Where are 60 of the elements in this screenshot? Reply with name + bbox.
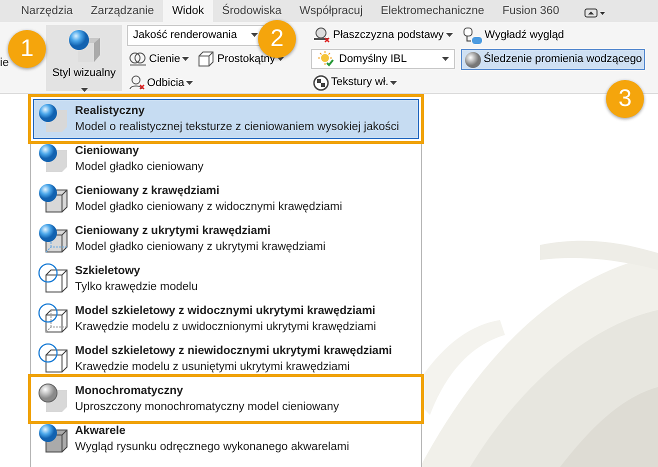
menu-item[interactable]: Model szkieletowy z widocznymi ukrytymi krawędziami Krawędzie modelu z uwidocznionymi ukrytymi krawędziami xyxy=(33,299,419,339)
menu-item[interactable]: Cieniowany z ukrytymi krawędziami Model gładko cieniowany z ukrytymi krawędziami xyxy=(33,219,419,259)
checker-sphere-icon xyxy=(313,74,329,91)
split-button[interactable]: Płaszczyzna podstawy xyxy=(311,25,455,46)
item-title: Cieniowany z ukrytymi krawędziami xyxy=(75,224,272,239)
item-title: Realistyczny xyxy=(75,104,146,119)
item-title: Model szkieletowy z widocznymi ukrytymi krawędziami xyxy=(75,304,376,319)
menu-item[interactable]: Monochromatyczny Uproszczony monochromatyczny model cieniowany xyxy=(33,379,419,419)
item-title: Cieniowany xyxy=(75,144,140,159)
reflection-icon xyxy=(129,75,145,90)
item-title: Model szkieletowy z niewidocznymi ukrytymi krawędziami xyxy=(75,344,392,359)
ribbon-label: ie xyxy=(0,56,10,71)
ground-plane-icon xyxy=(313,27,331,44)
item-description: Tylko krawędzie modelu xyxy=(75,280,198,295)
split-button[interactable]: Tekstury wł. xyxy=(311,72,455,93)
ribbon-button[interactable]: Wygładź wygląd xyxy=(460,25,646,46)
box-icon xyxy=(197,51,216,68)
caret-icon xyxy=(442,57,449,61)
sun-icon xyxy=(317,51,335,67)
menu-item[interactable]: Szkieletowy Tylko krawędzie modelu xyxy=(33,259,419,299)
ribbon-tab[interactable]: Środowiska xyxy=(213,0,290,22)
item-title: Cieniowany z krawędziami xyxy=(75,184,220,199)
caret-icon xyxy=(80,88,88,92)
ribbon-tab[interactable]: Zarządzanie xyxy=(82,0,164,22)
ribbon-tab[interactable]: Współpracuj xyxy=(290,0,372,22)
item-description: Model gładko cieniowany z widocznymi krawędziami xyxy=(75,200,342,215)
ribbon-tab[interactable]: Elektromechaniczne xyxy=(372,0,494,22)
split-button[interactable]: Cienie xyxy=(127,48,192,70)
item-title: Szkieletowy xyxy=(75,264,142,279)
dropdown-field[interactable]: Jakość renderowania xyxy=(127,25,264,46)
caret-icon xyxy=(186,80,194,85)
item-title: Monochromatyczny xyxy=(75,384,184,399)
item-description: Model gładko cieniowany xyxy=(75,160,204,175)
sphere-icon xyxy=(464,50,482,68)
split-button[interactable]: Odbicia xyxy=(127,72,264,93)
ribbon-tab[interactable]: Widok xyxy=(163,0,214,22)
shadows-icon xyxy=(129,52,147,66)
menu-item[interactable]: Cieniowany Model gładko cieniowany xyxy=(33,139,419,179)
panel-toggle-icon[interactable] xyxy=(584,8,606,18)
caret-icon xyxy=(446,33,453,38)
toggle-button[interactable]: Śledzenie promienia wodzącego xyxy=(460,49,646,70)
item-title: Akwarele xyxy=(75,424,127,439)
item-description: Wygląd rysunku odręcznego wykonanego akwarelami xyxy=(75,440,350,455)
caret-icon xyxy=(182,57,190,62)
item-description: Model gładko cieniowany z ukrytymi krawędziami xyxy=(75,240,326,255)
smooth-shape-icon xyxy=(462,26,483,44)
item-description: Model o realistycznej teksturze z cieniowaniem wysokiej jakości xyxy=(75,120,400,135)
dropdown-field[interactable]: Domyślny IBL xyxy=(311,48,455,70)
ribbon-tab[interactable]: Narzędzia xyxy=(12,0,82,22)
sphere-cube-icon xyxy=(66,29,102,65)
menu-item[interactable]: Model szkieletowy z niewidocznymi ukrytymi krawędziami Krawędzie modelu z usuniętymi ukrytymi krawędziami xyxy=(33,339,419,379)
visual-style-button[interactable]: Styl wizualny xyxy=(46,25,122,91)
caret-icon xyxy=(251,33,258,38)
caret-icon xyxy=(390,80,398,85)
menu-item[interactable]: Akwarele Wygląd rysunku odręcznego wykonanego akwarelami xyxy=(33,419,419,459)
item-description: Krawędzie modelu z uwidocznionymi ukrytymi krawędziami xyxy=(75,320,376,335)
item-description: Krawędzie modelu z usuniętymi ukrytymi krawędziami xyxy=(75,360,351,375)
ribbon-tab[interactable]: Fusion 360 xyxy=(493,0,568,22)
menu-item[interactable]: Cieniowany z krawędziami Model gładko cieniowany z widocznymi krawędziami xyxy=(33,179,419,219)
item-description: Uproszczony monochromatyczny model cieniowany xyxy=(75,400,339,415)
